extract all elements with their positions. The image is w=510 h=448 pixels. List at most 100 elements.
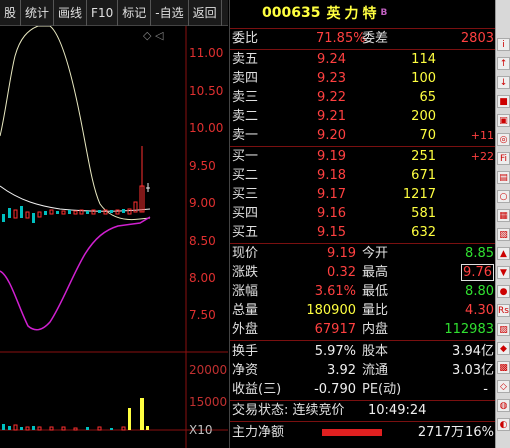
bid-volume: 671 <box>411 168 436 183</box>
main-flow-percent: 16% <box>465 425 494 440</box>
float-shares: 3.03亿 <box>452 363 494 378</box>
side-tool-icon[interactable]: ↑ <box>497 57 510 70</box>
side-tool-icon[interactable]: ● <box>497 285 510 298</box>
net-assets: 3.92 <box>327 363 356 378</box>
toolbar-button-stock[interactable]: 股 <box>0 0 22 26</box>
side-tool-icon[interactable]: ◍ <box>497 399 510 412</box>
bid-volume: 581 <box>411 206 436 221</box>
separator <box>230 49 496 50</box>
quote-panel: 000635 英力特 B 委比 71.85% 委差 2803 卖五 9.24 114… <box>229 0 496 448</box>
volume-ratio: 4.30 <box>465 303 494 318</box>
lower-band-line <box>0 216 151 331</box>
bid-volume: 632 <box>411 225 436 240</box>
ask-row: 卖二 9.21 200 <box>232 109 436 124</box>
main-flow-bar <box>322 429 382 436</box>
price-tick: 9.50 <box>189 159 216 173</box>
bid-row: 买四 9.16 581 <box>232 206 436 221</box>
side-tool-icon[interactable]: Rs <box>497 304 510 317</box>
ask-row: 卖三 9.22 65 <box>232 90 436 105</box>
toolbar-button-mark[interactable]: 标记 <box>118 0 152 26</box>
price-tick: 9.00 <box>189 196 216 210</box>
separator <box>230 243 496 244</box>
chart-nav-icons[interactable]: ◇ ◁ <box>143 29 163 42</box>
separator <box>230 146 496 147</box>
bid-price: 9.17 <box>317 187 346 202</box>
stock-name: 英力特 <box>326 6 381 22</box>
side-tool-icon[interactable]: Fi <box>497 152 510 165</box>
volume-tick: 15000 <box>189 395 228 409</box>
separator <box>230 340 496 341</box>
toolbar-button-back[interactable]: 返回 <box>189 0 222 26</box>
total-volume: 180900 <box>306 303 356 318</box>
price-tick: 10.00 <box>189 121 224 135</box>
side-tool-icon[interactable]: ◎ <box>497 133 510 146</box>
current-price: 9.19 <box>327 246 356 261</box>
bid-price: 9.15 <box>317 225 346 240</box>
stat-row: 总量 180900 量比 4.30 <box>232 303 494 318</box>
ask-row: 卖四 9.23 100 <box>232 71 436 86</box>
side-tool-icon[interactable]: ▤ <box>497 171 510 184</box>
main-flow-row: 主力净额 2717万 16% <box>230 424 496 442</box>
toolbar-button-draw[interactable]: 画线 <box>54 0 88 26</box>
ask-volume: 114 <box>411 52 436 67</box>
chart-toolbar: 股 统计 画线 F10 标记 -自选 返回 <box>0 0 228 26</box>
side-tool-icon[interactable]: ○ <box>497 190 510 203</box>
side-tool-icon[interactable]: ↓ <box>497 76 510 89</box>
bid-volume: 251 <box>411 149 436 164</box>
stat-row: 收益(三) -0.790 PE(动) - <box>232 382 488 397</box>
total-shares: 3.94亿 <box>452 344 494 359</box>
price-tick: 10.50 <box>189 84 224 98</box>
stat-row: 净资 3.92 流通 3.03亿 <box>232 363 494 378</box>
side-tool-icon[interactable]: ▧ <box>497 228 510 241</box>
ask-volume: 200 <box>411 109 436 124</box>
ask-price: 9.23 <box>317 71 346 86</box>
stat-row: 现价 9.19 今开 8.85 <box>232 246 494 261</box>
side-tool-icon[interactable]: ◇ <box>497 380 510 393</box>
side-tool-icon[interactable]: ◆ <box>497 342 510 355</box>
price-tick: 8.50 <box>189 234 216 248</box>
pe-ratio: - <box>483 382 488 397</box>
ask-price: 9.21 <box>317 109 346 124</box>
separator <box>230 421 496 422</box>
side-tool-icon[interactable]: ▼ <box>497 266 510 279</box>
stock-header: 000635 英力特 B <box>230 0 495 26</box>
ask-volume: 100 <box>411 71 436 86</box>
ask-volume: 65 <box>419 90 436 105</box>
ask-volume: 70 <box>419 128 436 143</box>
ask-row: 卖五 9.24 114 <box>232 52 436 67</box>
side-tool-icon[interactable]: ▨ <box>497 323 510 336</box>
change-percent: 3.61% <box>314 284 356 299</box>
bid-row: 买二 9.18 671 <box>232 168 436 183</box>
side-tool-icon[interactable]: i <box>497 38 510 51</box>
bid-price: 9.18 <box>317 168 346 183</box>
price-tick: 8.00 <box>189 271 216 285</box>
turnover-rate: 5.97% <box>314 344 356 359</box>
bid-price: 9.16 <box>317 206 346 221</box>
side-tool-icon[interactable]: ▦ <box>497 209 510 222</box>
stock-code: 000635 <box>262 5 321 21</box>
high-price: 9.76 <box>461 264 494 281</box>
toolbar-button-f10[interactable]: F10 <box>87 0 119 26</box>
low-price: 8.80 <box>465 284 494 299</box>
ask-row: 卖一 9.20 70 +11 <box>232 128 494 143</box>
separator <box>230 28 496 29</box>
toolbar-button-stats[interactable]: 统计 <box>21 0 55 26</box>
ask-price: 9.22 <box>317 90 346 105</box>
kline-chart[interactable]: ◇ ◁ 11.00 10.50 10.00 9.50 9.00 8.50 8.0… <box>0 26 228 448</box>
bid-row: 买一 9.19 251 +22 <box>232 149 494 164</box>
side-toolbar: i ↑ ↓ ■ ▣ ◎ Fi ▤ ○ ▦ ▧ ▲ ▼ ● Rs ▨ ◆ ▩ ◇ ◍ ◐ <box>495 0 510 448</box>
bid-row: 买三 9.17 1217 <box>232 187 436 202</box>
side-tool-icon[interactable]: ▩ <box>497 361 510 374</box>
trade-status-row: 交易状态: 连续竞价 10:49:24 <box>230 402 496 420</box>
main-flow-label: 主力净额 <box>232 425 285 440</box>
side-tool-icon[interactable]: ◐ <box>497 418 510 431</box>
side-tool-icon[interactable]: ▲ <box>497 247 510 260</box>
side-tool-icon[interactable]: ▣ <box>497 114 510 127</box>
committee-ratio: 71.85% <box>316 31 366 46</box>
stat-row: 涨幅 3.61% 最低 8.80 <box>232 284 494 299</box>
open-price: 8.85 <box>465 246 494 261</box>
side-tool-icon[interactable]: ■ <box>497 95 510 108</box>
toolbar-button-remove-watchlist[interactable]: -自选 <box>151 0 189 26</box>
upper-band-line <box>0 26 151 221</box>
committee-row: 委比 71.85% 委差 2803 <box>230 30 496 48</box>
